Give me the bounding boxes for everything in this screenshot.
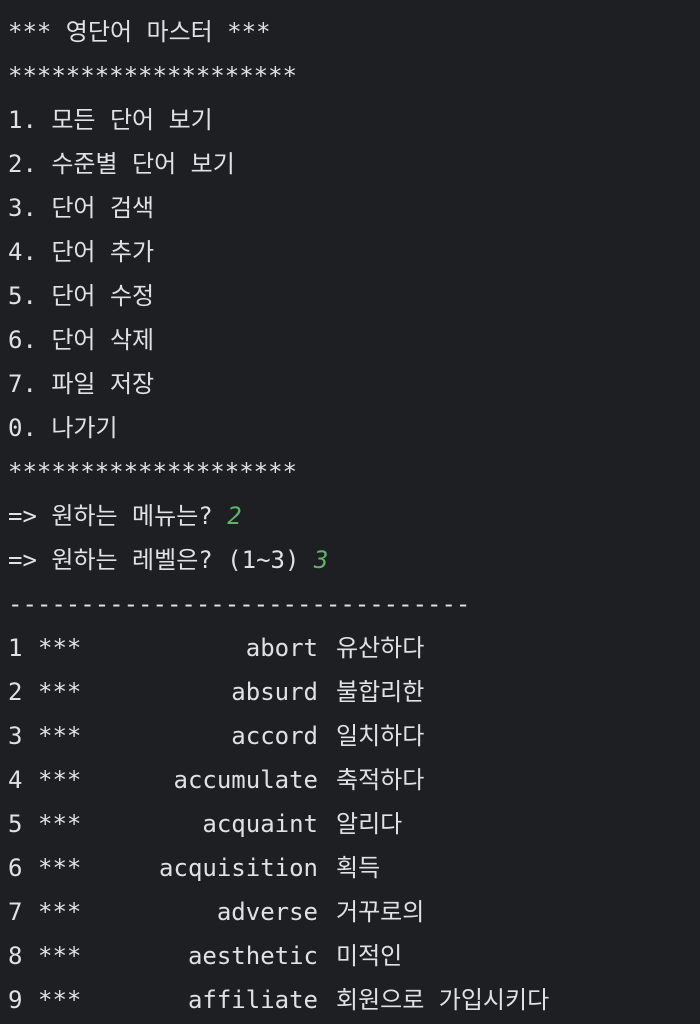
- word-row: 8 *** aesthetic 미적인: [8, 934, 700, 978]
- word-number: 1: [8, 634, 23, 662]
- word-number: 7: [8, 898, 23, 926]
- menu-item: 2. 수준별 단어 보기: [8, 150, 235, 178]
- word-meaning: 유산하다: [336, 634, 425, 662]
- word-meaning: 축적하다: [336, 766, 425, 794]
- prompt-label: => 원하는 레벨은? (1~3): [8, 546, 314, 574]
- word-english: adverse: [216, 898, 318, 926]
- word-number: 5: [8, 810, 23, 838]
- word-list: 1 *** abort 유산하다 2 *** absurd 불합리한 3 ***…: [8, 626, 700, 1022]
- prompt-label: => 원하는 메뉴는?: [8, 502, 228, 530]
- menu-item: 5. 단어 수정: [8, 282, 155, 310]
- word-level: ***: [38, 854, 82, 882]
- word-row: 6 *** acquisition 획득: [8, 846, 700, 890]
- user-input[interactable]: 2: [227, 502, 241, 530]
- word-level: ***: [38, 678, 82, 706]
- word-meaning: 미적인: [336, 942, 403, 970]
- word-english: affiliate: [187, 986, 318, 1014]
- word-english: acquisition: [159, 854, 318, 882]
- word-row: 4 *** accumulate 축적하다: [8, 758, 700, 802]
- word-english: accord: [231, 722, 318, 750]
- menu-list: 1. 모든 단어 보기 2. 수준별 단어 보기 3. 단어 검색 4. 단어 …: [8, 98, 700, 450]
- word-row: 5 *** acquaint 알리다: [8, 802, 700, 846]
- word-english: abort: [245, 634, 318, 662]
- word-level: ***: [38, 634, 82, 662]
- menu-item: 4. 단어 추가: [8, 238, 155, 266]
- word-meaning: 거꾸로의: [336, 898, 425, 926]
- word-english: acquaint: [202, 810, 318, 838]
- word-row: 3 *** accord 일치하다: [8, 714, 700, 758]
- word-meaning: 획득: [336, 854, 381, 882]
- word-level: ***: [38, 722, 82, 750]
- word-meaning: 불합리한: [336, 678, 425, 706]
- word-row: 7 *** adverse 거꾸로의: [8, 890, 700, 934]
- menu-item: 6. 단어 삭제: [8, 326, 155, 354]
- word-number: 8: [8, 942, 23, 970]
- word-english: absurd: [231, 678, 318, 706]
- level-prompt: => 원하는 레벨은? (1~3) 3: [8, 538, 700, 582]
- word-level: ***: [38, 898, 82, 926]
- word-english: aesthetic: [187, 942, 318, 970]
- word-row: 2 *** absurd 불합리한: [8, 670, 700, 714]
- word-meaning: 일치하다: [336, 722, 425, 750]
- word-number: 9: [8, 986, 23, 1014]
- word-level: ***: [38, 942, 82, 970]
- word-number: 4: [8, 766, 23, 794]
- star-separator-top: ********************: [8, 62, 297, 90]
- word-number: 3: [8, 722, 23, 750]
- menu-item: 3. 단어 검색: [8, 194, 155, 222]
- menu-item: 1. 모든 단어 보기: [8, 106, 213, 134]
- star-separator-bottom: ********************: [8, 458, 297, 486]
- menu-prompt: => 원하는 메뉴는? 2: [8, 494, 700, 538]
- menu-item: 0. 나가기: [8, 414, 118, 442]
- word-number: 2: [8, 678, 23, 706]
- word-meaning: 알리다: [336, 810, 403, 838]
- user-input[interactable]: 3: [314, 546, 328, 574]
- word-number: 6: [8, 854, 23, 882]
- word-meaning: 회원으로 가입시키다: [336, 986, 550, 1014]
- console-output: *** 영단어 마스터 *** ******************** 1. …: [8, 10, 700, 1024]
- word-english: accumulate: [173, 766, 319, 794]
- word-level: ***: [38, 986, 82, 1014]
- word-level: ***: [38, 766, 82, 794]
- word-row: 9 *** affiliate 회원으로 가입시키다: [8, 978, 700, 1022]
- word-row: 1 *** abort 유산하다: [8, 626, 700, 670]
- word-level: ***: [38, 810, 82, 838]
- app-title: *** 영단어 마스터 ***: [8, 18, 271, 46]
- dash-separator: --------------------------------: [8, 590, 471, 618]
- menu-item: 7. 파일 저장: [8, 370, 155, 398]
